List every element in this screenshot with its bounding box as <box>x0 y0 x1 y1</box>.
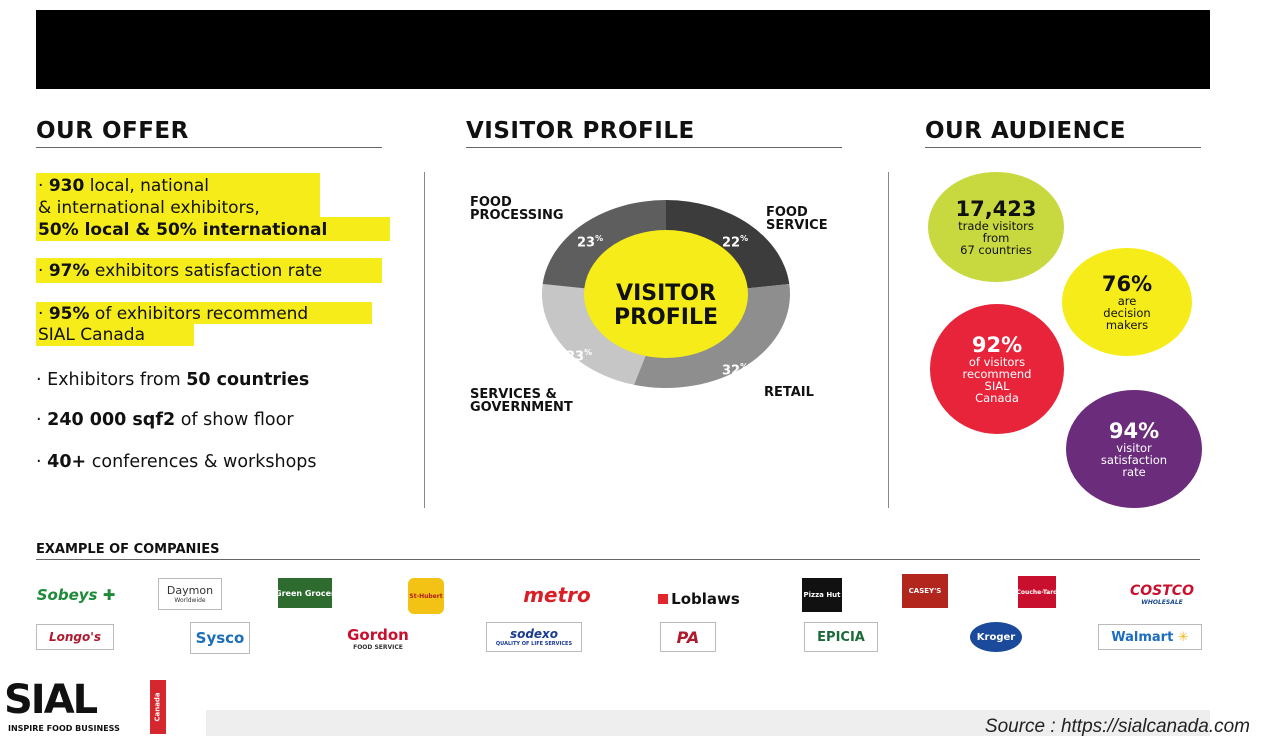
logo-sodexo: sodexo QUALITY OF LIFE SERVICES <box>486 622 582 652</box>
logo-sysco: Sysco <box>190 622 250 654</box>
top-banner <box>36 10 1210 89</box>
offer-item-exhibitors: · 930 local, national <box>38 176 210 196</box>
logo-daymon: Daymon Worldwide <box>158 578 222 610</box>
pct-services: 23% <box>566 348 593 365</box>
label-food-processing: FOOD PROCESSING <box>470 195 564 223</box>
logo-caseys: CASEY'S <box>902 574 948 608</box>
pct-food-service: 22% <box>722 234 749 251</box>
logo-costco: COSTCO WHOLESALE <box>1130 582 1194 606</box>
audience-title-rule <box>925 147 1201 148</box>
companies-rule <box>36 559 1200 560</box>
bubble-decision-makers: 76% are decision makers <box>1062 248 1192 356</box>
logo-couche-tard: Couche-Tard <box>1017 576 1057 608</box>
visitor-profile-title: VISITOR PROFILE <box>466 118 695 144</box>
pct-retail: 32% <box>722 362 749 379</box>
sial-canada-tab: Canada <box>150 680 166 734</box>
bubble-visitor-satisfaction: 94% visitor satisfaction rate <box>1066 390 1202 508</box>
logo-metro: metro <box>523 583 591 607</box>
logo-st-hubert: St-Hubert <box>408 578 444 614</box>
offer-title-rule <box>36 147 382 148</box>
logo-longos: Longo's <box>36 624 114 650</box>
donut-center-label: VISITOR PROFILE <box>613 281 719 330</box>
offer-item-exhibitors-line3: 50% local & 50% international <box>38 220 328 240</box>
audience-title: OUR AUDIENCE <box>925 118 1126 144</box>
bubble-trade-visitors: 17,423 trade visitors from 67 countries <box>928 172 1064 282</box>
logo-kroger: Kroger <box>970 622 1022 652</box>
logo-sobeys: Sobeys ✚ <box>36 586 116 604</box>
divider-right <box>888 172 889 508</box>
offer-item-satisfaction: · 97% exhibitors satisfaction rate <box>38 261 323 281</box>
source-text: Source : https://sialcanada.com <box>984 716 1250 737</box>
logo-green-grocer: Green Grocer <box>275 578 335 608</box>
logo-gordon: Gordon FOOD SERVICE <box>347 625 409 651</box>
logo-loblaws: Loblaws <box>654 588 744 610</box>
companies-title: EXAMPLE OF COMPANIES <box>36 542 220 557</box>
logo-epicia: EPICIA <box>804 622 878 652</box>
sial-logo: SIAL <box>4 677 98 723</box>
label-food-service: FOOD SERVICE <box>766 205 828 233</box>
offer-item-floor: · 240 000 sqf2 of show floor <box>36 410 294 430</box>
label-retail: RETAIL <box>764 385 814 400</box>
sial-tagline: INSPIRE FOOD BUSINESS <box>8 724 120 733</box>
divider-left <box>424 172 425 508</box>
logo-walmart: Walmart ✳ <box>1098 624 1202 650</box>
pct-food-processing: 23% <box>577 234 604 251</box>
logo-pizza-hut: Pizza Hut <box>802 578 842 612</box>
label-services-government: SERVICES & GOVERNMENT <box>470 387 573 415</box>
bubble-visitors-recommend: 92% of visitors recommend SIAL Canada <box>930 304 1064 434</box>
offer-item-exhibitors-line2: & international exhibitors, <box>38 198 260 218</box>
offer-item-recommend: · 95% of exhibitors recommend <box>38 304 309 324</box>
offer-item-countries: · Exhibitors from 50 countries <box>36 370 310 390</box>
visitor-title-rule <box>466 147 842 148</box>
offer-item-recommend-line2: SIAL Canada <box>38 325 145 345</box>
offer-title: OUR OFFER <box>36 118 189 144</box>
offer-item-conferences: · 40+ conferences & workshops <box>36 452 317 472</box>
logo-pa: PA <box>660 622 716 652</box>
